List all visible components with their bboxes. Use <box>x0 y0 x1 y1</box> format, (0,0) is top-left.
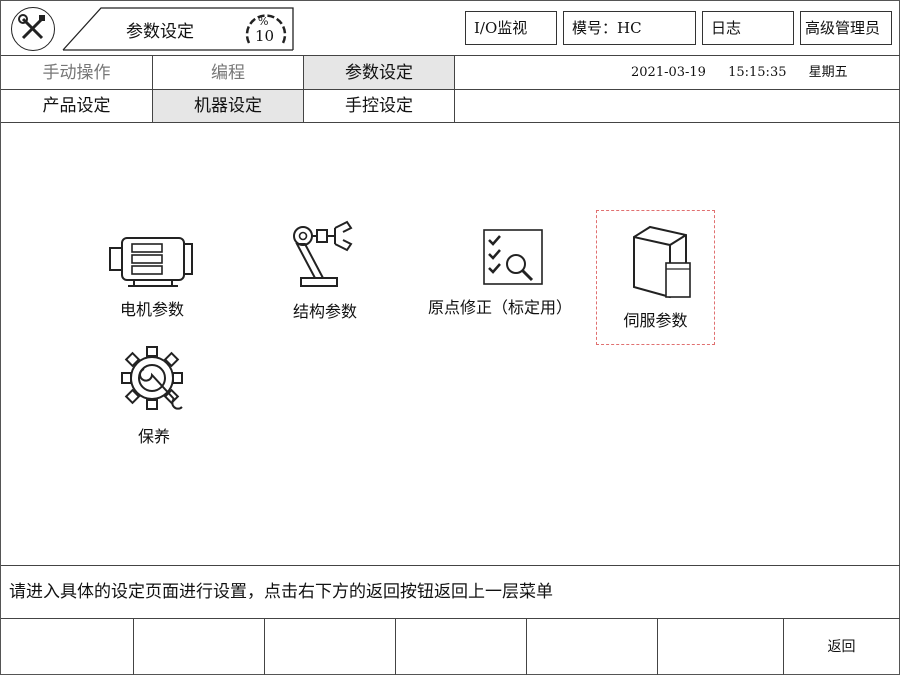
tab-product-settings[interactable]: 产品设定 <box>1 90 153 122</box>
time-text: 15:15:35 <box>728 65 787 80</box>
screen: 参数设定 % 10 I/O监视 模号：HC 日志 高级管理员 手动操作 编程 参… <box>0 0 900 675</box>
structure-parameters-item[interactable]: 结构参数 <box>269 218 381 322</box>
tab-parameter-settings[interactable]: 参数设定 <box>304 56 455 89</box>
footer-button-3[interactable] <box>265 619 396 675</box>
sub-tab-bar: 产品设定 机器设定 手控设定 <box>1 90 900 123</box>
footer-button-4[interactable] <box>396 619 527 675</box>
footer-bar: 返回 <box>1 619 900 676</box>
origin-correction-item[interactable]: 原点修正（标定用） <box>416 226 584 318</box>
tab-manual-operation[interactable]: 手动操作 <box>1 56 153 89</box>
motor-parameters-label: 电机参数 <box>119 300 184 319</box>
servo-drive-icon <box>632 225 691 299</box>
robot-arm-icon <box>293 220 353 287</box>
tools-logo-icon[interactable] <box>11 7 55 51</box>
motor-parameters-item[interactable]: 电机参数 <box>96 228 208 320</box>
status-message: 请进入具体的设定页面进行设置，点击右下方的返回按钮返回上一层菜单 <box>1 565 900 619</box>
header-bar: 参数设定 % 10 I/O监视 模号：HC 日志 高级管理员 <box>1 1 900 56</box>
checklist-magnifier-icon <box>483 229 543 285</box>
gear-wrench-icon <box>121 346 183 410</box>
maintenance-label: 保养 <box>137 427 170 446</box>
date-text: 2021-03-19 <box>631 65 706 80</box>
servo-parameters-item[interactable]: 伺服参数 <box>596 210 715 345</box>
mold-number-button[interactable]: 模号：HC <box>563 11 696 45</box>
servo-parameters-label: 伺服参数 <box>623 311 688 330</box>
origin-correction-label: 原点修正（标定用） <box>427 298 572 317</box>
speed-value: 10 <box>255 27 275 45</box>
footer-button-5[interactable] <box>527 619 658 675</box>
motor-icon <box>109 237 193 287</box>
log-button[interactable]: 日志 <box>702 11 794 45</box>
tab-machine-settings[interactable]: 机器设定 <box>153 90 304 122</box>
structure-parameters-label: 结构参数 <box>292 302 357 321</box>
footer-button-1[interactable] <box>1 619 134 675</box>
main-tab-bar: 手动操作 编程 参数设定 2021-03-19 15:15:35 星期五 <box>1 56 900 90</box>
weekday-text: 星期五 <box>808 65 848 80</box>
footer-button-6[interactable] <box>658 619 784 675</box>
footer-button-2[interactable] <box>134 619 265 675</box>
back-button[interactable]: 返回 <box>784 619 899 675</box>
tab-programming[interactable]: 编程 <box>153 56 304 89</box>
datetime-display: 2021-03-19 15:15:35 星期五 <box>631 56 866 90</box>
user-level-button[interactable]: 高级管理员 <box>800 11 892 45</box>
page-title: 参数设定 <box>126 22 194 42</box>
settings-grid: 电机参数 结构参数 原点修正（标定用） 伺服参数 保养 <box>1 123 900 565</box>
tab-manual-control-settings[interactable]: 手控设定 <box>304 90 455 122</box>
maintenance-item[interactable]: 保养 <box>106 345 202 447</box>
io-monitor-button[interactable]: I/O监视 <box>465 11 557 45</box>
